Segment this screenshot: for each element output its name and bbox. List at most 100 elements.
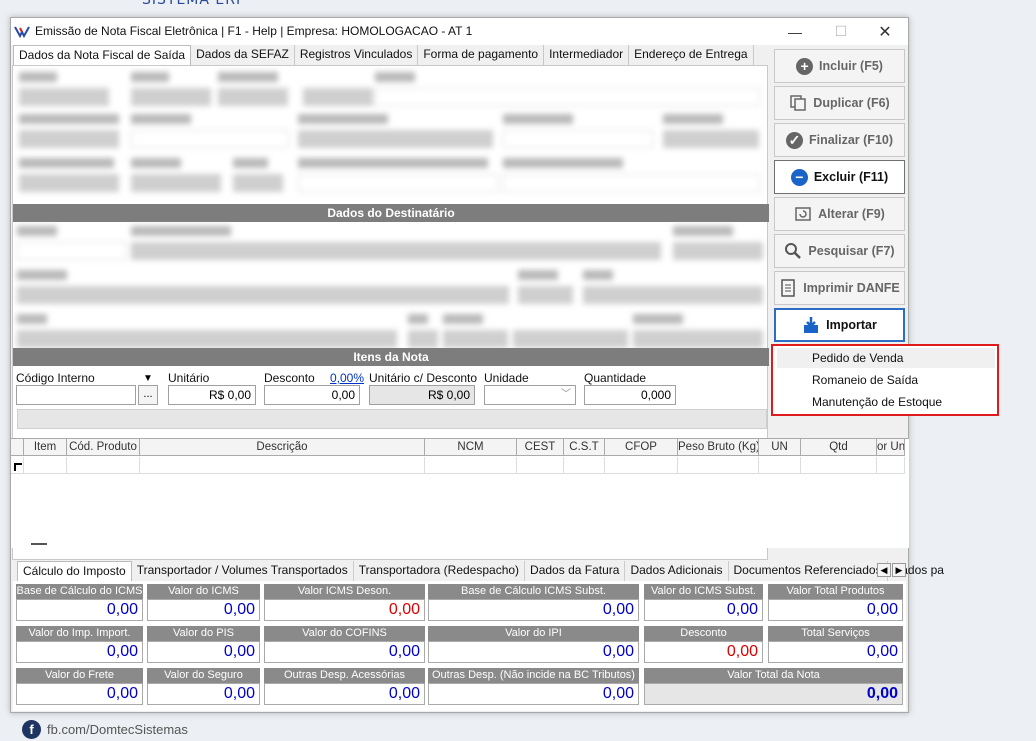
desconto-total-cell: Desconto 0,00 (644, 626, 763, 663)
frete-cell: Valor do Frete 0,00 (16, 668, 143, 705)
imp-import-label: Valor do Imp. Import. (16, 626, 143, 641)
check-circle-icon: ✓ (785, 131, 803, 149)
import-dropdown-menu: Pedido de Venda Romaneio de Saída Manute… (771, 344, 999, 416)
base-icms-label: Base de Cálculo do ICMS (16, 584, 143, 599)
table-row[interactable] (11, 457, 905, 474)
col-ncm[interactable]: NCM (425, 439, 517, 456)
imprimir-danfe-button[interactable]: Imprimir DANFE (774, 271, 905, 305)
quantidade-input[interactable]: 0,000 (584, 385, 676, 405)
tab-dados-adicionais[interactable]: Dados Adicionais (625, 561, 729, 581)
plus-circle-icon: + (796, 57, 814, 75)
col-item[interactable]: Item (24, 439, 67, 456)
tab-transportadora-redespacho[interactable]: Transportadora (Redespacho) (354, 561, 526, 581)
cofins-cell: Valor do COFINS 0,00 (264, 626, 425, 663)
col-peso-bruto[interactable]: Peso Bruto (Kg) (678, 439, 759, 456)
duplicar-label: Duplicar (F6) (813, 96, 890, 110)
valor-icms-cell: Valor do ICMS 0,00 (147, 584, 260, 621)
app-logo-icon (14, 26, 30, 38)
importar-label: Importar (826, 318, 877, 332)
col-cst[interactable]: C.S.T (564, 439, 605, 456)
imp-import-cell: Valor do Imp. Import. 0,00 (16, 626, 143, 663)
unidade-label: Unidade (484, 371, 529, 385)
frete-value[interactable]: 0,00 (16, 683, 143, 705)
total-servicos-cell: Total Serviços 0,00 (768, 626, 903, 663)
tab-documentos-referenciados[interactable]: Documentos Referenciados (729, 561, 888, 581)
cofins-label: Valor do COFINS (264, 626, 425, 641)
outras-nao-bc-label: Outras Desp. (Não incide na BC Tributos) (428, 668, 639, 683)
total-produtos-value: 0,00 (768, 599, 903, 621)
outras-nao-bc-cell: Outras Desp. (Não incide na BC Tributos)… (428, 668, 639, 705)
minimize-button[interactable]: — (772, 18, 818, 45)
col-un[interactable]: UN (759, 439, 801, 456)
document-icon (781, 279, 795, 297)
blurred-destinatario-fields (13, 224, 769, 348)
tab-endereco-entrega[interactable]: Endereço de Entrega (629, 45, 754, 65)
splitter-handle[interactable] (31, 543, 47, 545)
unitario-label: Unitário (168, 371, 210, 385)
tabs-scroll-right-icon[interactable]: ▶ (892, 563, 906, 577)
total-produtos-label: Valor Total Produtos (768, 584, 903, 599)
menu-item-romaneio-saida[interactable]: Romaneio de Saída (777, 370, 995, 390)
seguro-value[interactable]: 0,00 (147, 683, 260, 705)
pis-cell: Valor do PIS 0,00 (147, 626, 260, 663)
desconto-percent-link[interactable]: 0,00% (330, 371, 364, 385)
search-icon (785, 243, 802, 259)
unitario-input[interactable]: R$ 0,00 (168, 385, 256, 405)
col-cest[interactable]: CEST (517, 439, 564, 456)
incluir-button[interactable]: + Incluir (F5) (774, 49, 905, 83)
codigo-dropdown-arrow-icon[interactable]: ▼ (143, 373, 153, 384)
footer-link[interactable]: fb.com/DomtecSistemas (47, 722, 188, 737)
maximize-button[interactable]: ☐ (818, 18, 864, 45)
total-nota-value: 0,00 (644, 683, 903, 705)
excluir-label: Excluir (F11) (813, 170, 889, 184)
imp-import-value: 0,00 (16, 641, 143, 663)
pesquisar-label: Pesquisar (F7) (808, 244, 895, 258)
codigo-search-button[interactable]: ... (138, 385, 158, 405)
valor-icms-value: 0,00 (147, 599, 260, 621)
tax-tabs: Cálculo do Imposto Transportador / Volum… (17, 561, 949, 581)
finalizar-button[interactable]: ✓ Finalizar (F10) (774, 123, 905, 157)
tabs-scroll-left-icon[interactable]: ◀ (877, 563, 891, 577)
unidade-select[interactable]: ﹀ (484, 385, 576, 405)
unitario-desconto-field: R$ 0,00 (369, 385, 475, 405)
pis-value: 0,00 (147, 641, 260, 663)
pesquisar-button[interactable]: Pesquisar (F7) (774, 234, 905, 268)
close-button[interactable]: ✕ (862, 18, 908, 45)
minus-circle-icon: − (790, 168, 808, 186)
brand-fragment: SISTEMA ERP (142, 0, 246, 8)
tab-transportador[interactable]: Transportador / Volumes Transportados (132, 561, 354, 581)
total-nota-label: Valor Total da Nota (644, 668, 903, 683)
base-icms-value: 0,00 (16, 599, 143, 621)
codigo-interno-input[interactable] (16, 385, 136, 405)
menu-item-pedido-venda[interactable]: Pedido de Venda (777, 348, 995, 368)
col-qtd[interactable]: Qtd (801, 439, 877, 456)
cofins-value: 0,00 (264, 641, 425, 663)
unitario-desconto-label: Unitário c/ Desconto (369, 371, 478, 385)
tab-dados-nf-saida[interactable]: Dados da Nota Fiscal de Saída (13, 45, 192, 66)
col-cfop[interactable]: CFOP (605, 439, 678, 456)
tab-calculo-imposto[interactable]: Cálculo do Imposto (17, 561, 132, 581)
desconto-input[interactable]: 0,00 (264, 385, 360, 405)
outras-acessorias-value[interactable]: 0,00 (264, 683, 425, 705)
col-descricao[interactable]: Descrição (140, 439, 425, 456)
outras-nao-bc-value[interactable]: 0,00 (428, 683, 639, 705)
excluir-button[interactable]: − Excluir (F11) (774, 160, 905, 194)
current-row-marker-icon (14, 463, 22, 471)
items-grid[interactable]: Item Cód. Produto Descrição NCM CEST C.S… (11, 438, 909, 548)
icms-deson-value: 0,00 (264, 599, 425, 621)
tab-registros-vinculados[interactable]: Registros Vinculados (294, 45, 419, 65)
desconto-total-value: 0,00 (644, 641, 763, 663)
importar-button[interactable]: Importar (774, 308, 905, 342)
finalizar-label: Finalizar (F10) (808, 133, 894, 147)
menu-item-manutencao-estoque[interactable]: Manutenção de Estoque (777, 392, 995, 412)
col-cod-produto[interactable]: Cód. Produto (67, 439, 140, 456)
tab-intermediador[interactable]: Intermediador (544, 45, 630, 65)
tab-forma-pagamento[interactable]: Forma de pagamento (418, 45, 545, 65)
tab-dados-fatura[interactable]: Dados da Fatura (525, 561, 626, 581)
totals-panel: Base de Cálculo do ICMS 0,00 Valor do IC… (13, 581, 906, 711)
alterar-button[interactable]: Alterar (F9) (774, 197, 905, 231)
col-valor-unit[interactable]: or Uni (877, 439, 905, 456)
duplicar-button[interactable]: Duplicar (F6) (774, 86, 905, 120)
tab-dados-sefaz[interactable]: Dados da SEFAZ (191, 45, 295, 65)
total-nota-cell: Valor Total da Nota 0,00 (644, 668, 903, 705)
